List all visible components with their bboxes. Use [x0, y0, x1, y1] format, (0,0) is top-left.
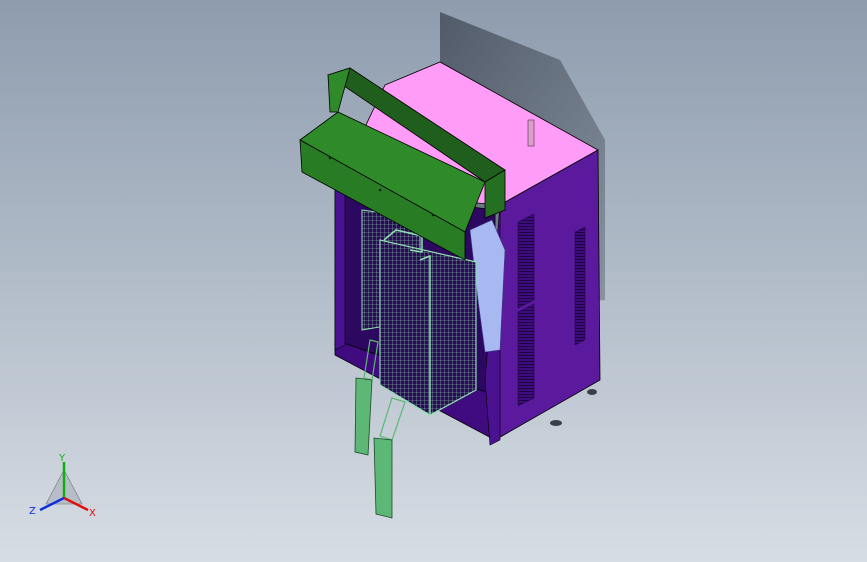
triad-x-label: X [89, 508, 96, 519]
mesh-element-front [379, 239, 477, 416]
hood-rivet [378, 188, 382, 192]
top-vent-pipe [527, 119, 535, 147]
duct-right [373, 437, 393, 519]
mounting-foot [587, 389, 597, 395]
duct-pipe-right-upper [379, 397, 406, 441]
cad-viewport[interactable]: Y X Z [0, 0, 867, 562]
duct-left [354, 377, 373, 456]
hood-rivet [431, 213, 435, 217]
triad-z-label: Z [29, 506, 36, 517]
hood-rivet [328, 156, 332, 160]
side-vent-right [574, 226, 586, 346]
side-vent-upper [517, 213, 535, 309]
side-vent-lower [517, 303, 535, 407]
orientation-triad[interactable]: Y X Z [29, 453, 96, 519]
mounting-foot [550, 420, 562, 426]
cad-model-canvas[interactable]: Y X Z [0, 0, 867, 562]
hood-rear-lip [327, 67, 351, 113]
triad-y-label: Y [58, 453, 66, 464]
cabinet-left-edge [334, 189, 346, 351]
